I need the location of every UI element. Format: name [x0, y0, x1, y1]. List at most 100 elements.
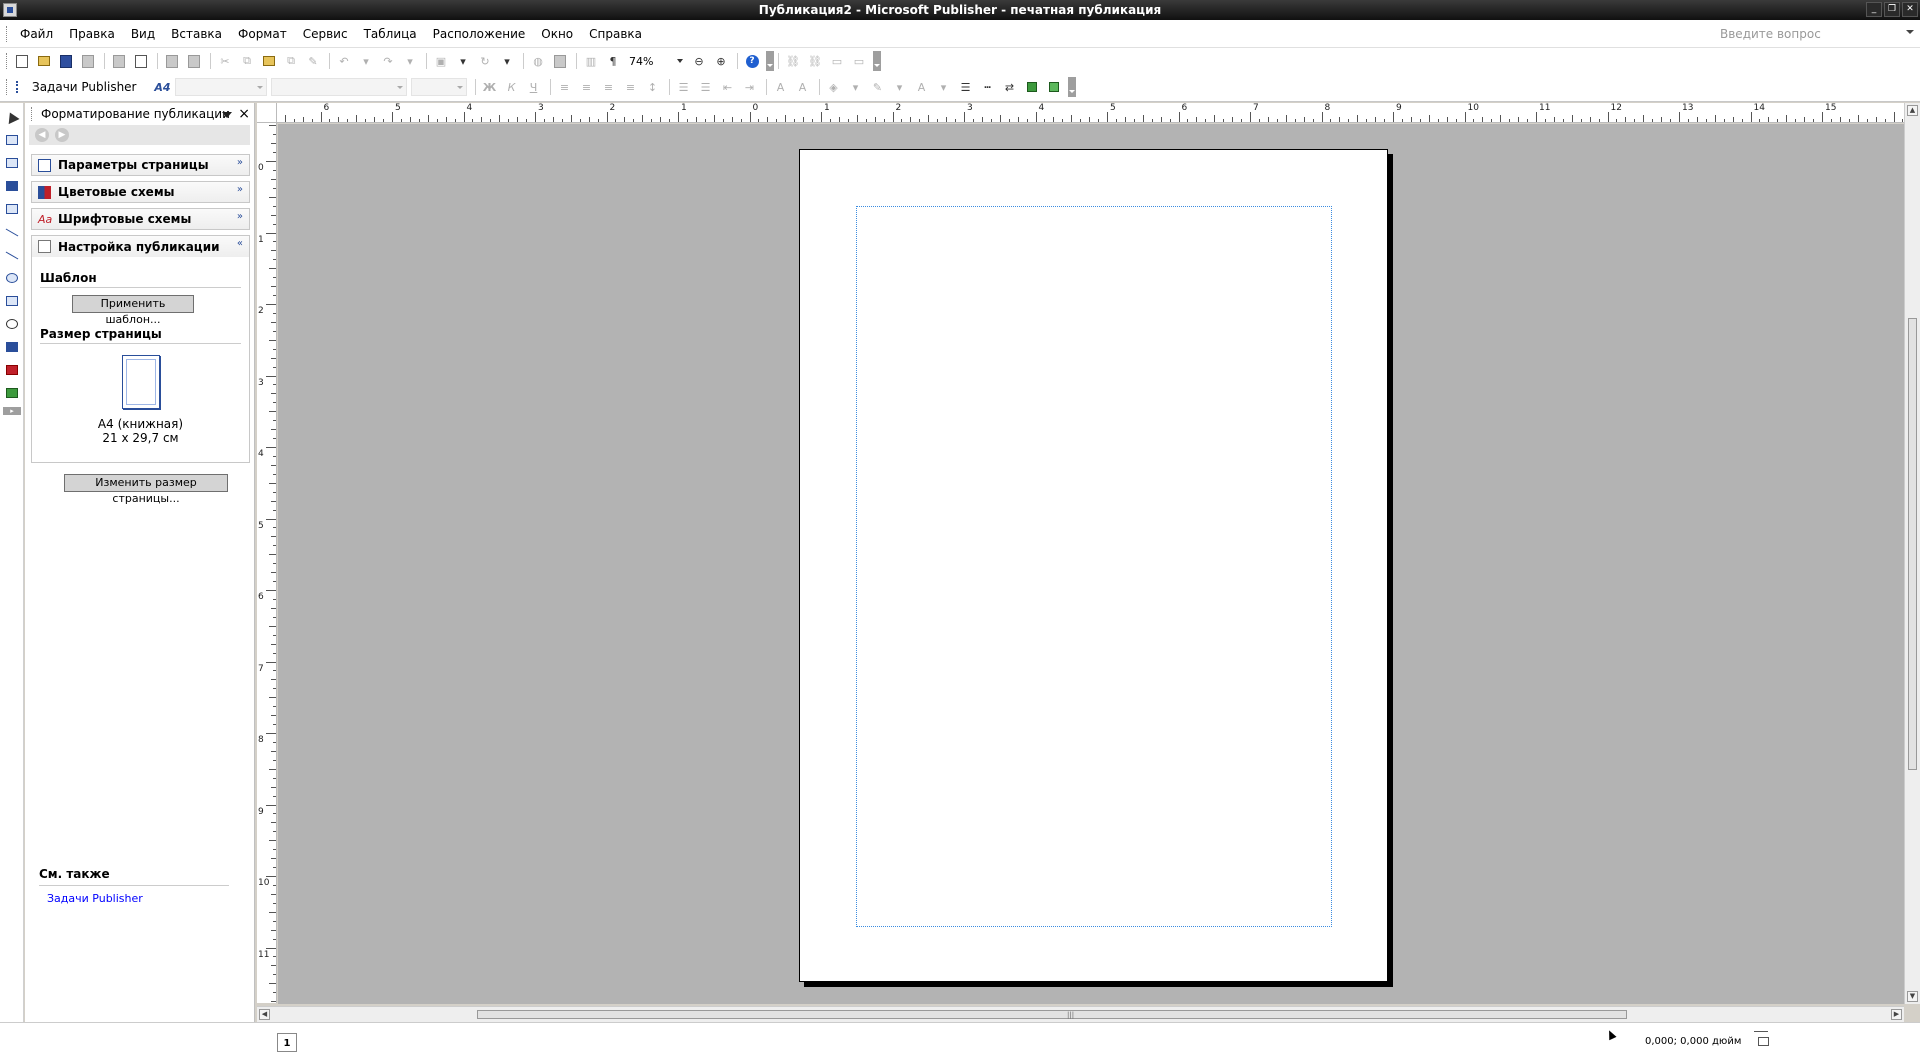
rectangle-button[interactable]	[3, 292, 21, 310]
back-icon[interactable]: ◀	[35, 128, 49, 142]
paste-special-button[interactable]: ⧉	[281, 51, 301, 71]
font-select[interactable]	[270, 78, 407, 96]
design-gallery-button[interactable]	[3, 361, 21, 379]
horizontal-scroll-thumb[interactable]	[477, 1010, 1627, 1019]
shadow-style-button[interactable]	[1022, 77, 1042, 97]
ask-dropdown-icon[interactable]	[1906, 30, 1914, 34]
justify-button[interactable]: ≡	[621, 77, 641, 97]
arrow-style-button[interactable]: ⇄	[1000, 77, 1020, 97]
menu-help[interactable]: Справка	[581, 20, 650, 48]
insert-table-button[interactable]	[3, 154, 21, 172]
fill-color-dropdown-icon[interactable]: ▾	[846, 77, 866, 97]
spelling-button[interactable]	[162, 51, 182, 71]
prev-frame-button[interactable]: ▭	[849, 51, 869, 71]
wordart-button[interactable]	[3, 177, 21, 195]
menu-table[interactable]: Таблица	[356, 20, 425, 48]
horizontal-ruler[interactable]: 6 5 4 3 2 1 0 1 2 3 4 5 6 7 8 9 10 11 12 13 14 15	[277, 103, 1904, 123]
research-button[interactable]	[184, 51, 204, 71]
page-navigator-button[interactable]: 1	[277, 1033, 297, 1052]
menu-file[interactable]: Файл	[12, 20, 61, 48]
zoom-tool-button[interactable]	[550, 51, 570, 71]
decrease-indent-button[interactable]: ⇤	[718, 77, 738, 97]
toolbar-options-icon-2[interactable]	[873, 51, 881, 71]
zoom-select[interactable]: 74%	[625, 52, 685, 70]
menu-grip[interactable]	[6, 26, 9, 42]
autoshapes-button[interactable]	[3, 315, 21, 333]
publisher-tasks-button[interactable]: Задачи Publisher	[12, 77, 141, 97]
line-color-button[interactable]: ✎	[868, 77, 888, 97]
print-button[interactable]	[109, 51, 129, 71]
copy-button[interactable]: ⧉	[237, 51, 257, 71]
section-font-schemes[interactable]: Aa Шрифтовые схемы »	[31, 208, 250, 230]
horizontal-scrollbar[interactable]: ◀ ||| ▶	[257, 1006, 1904, 1022]
cut-button[interactable]: ✂	[215, 51, 235, 71]
vertical-scrollbar[interactable]: ▲ ▼	[1904, 103, 1920, 1004]
text-box-button[interactable]	[3, 131, 21, 149]
toolbar-grip[interactable]	[6, 79, 9, 95]
undo-button[interactable]: ↶	[334, 51, 354, 71]
link-button[interactable]: ⛓	[783, 51, 803, 71]
font-color-button[interactable]: A	[912, 77, 932, 97]
line-button[interactable]	[3, 223, 21, 241]
menu-tools[interactable]: Сервис	[295, 20, 356, 48]
hotspot-button[interactable]	[3, 338, 21, 356]
new-document-button[interactable]	[12, 51, 32, 71]
bold-button[interactable]: Ж	[480, 77, 500, 97]
open-button[interactable]	[34, 51, 54, 71]
print-preview-button[interactable]	[131, 51, 151, 71]
email-button[interactable]	[78, 51, 98, 71]
styles-button[interactable]: А4	[153, 77, 173, 97]
section-publication-setup[interactable]: Настройка публикации «	[31, 235, 250, 257]
next-frame-button[interactable]: ▭	[827, 51, 847, 71]
special-characters-button[interactable]: ¶	[603, 51, 623, 71]
select-objects-button[interactable]	[3, 108, 21, 126]
fill-color-button[interactable]: ◈	[824, 77, 844, 97]
more-objects-button[interactable]: ▸	[3, 407, 21, 415]
menu-view[interactable]: Вид	[123, 20, 163, 48]
dash-style-button[interactable]: ┅	[978, 77, 998, 97]
page-size-thumbnail[interactable]	[122, 355, 160, 409]
arrow-button[interactable]	[3, 246, 21, 264]
align-right-button[interactable]: ≡	[599, 77, 619, 97]
redo-dropdown-icon[interactable]: ▾	[400, 51, 420, 71]
scroll-right-icon[interactable]: ▶	[1891, 1009, 1902, 1020]
publisher-tasks-link[interactable]: Задачи Publisher	[39, 892, 229, 905]
menu-format[interactable]: Формат	[230, 20, 295, 48]
task-pane-grip[interactable]	[31, 107, 34, 121]
decrease-font-button[interactable]: A	[771, 77, 791, 97]
save-button[interactable]	[56, 51, 76, 71]
increase-indent-button[interactable]: ⇥	[740, 77, 760, 97]
unlink-button[interactable]: ⛓	[805, 51, 825, 71]
apply-template-button[interactable]: Применить шаблон...	[72, 295, 194, 326]
insert-image-button[interactable]: ◍	[528, 51, 548, 71]
toolbar-grip[interactable]	[6, 53, 9, 69]
ask-question-input[interactable]: Введите вопрос	[1720, 25, 1900, 43]
font-color-dropdown-icon[interactable]: ▾	[934, 77, 954, 97]
menu-window[interactable]: Окно	[533, 20, 581, 48]
redo-button[interactable]: ↷	[378, 51, 398, 71]
change-page-size-button[interactable]: Изменить размер страницы...	[64, 474, 228, 505]
paste-button[interactable]	[259, 51, 279, 71]
business-info-button[interactable]	[3, 384, 21, 402]
align-center-button[interactable]: ≡	[577, 77, 597, 97]
ruler-corner[interactable]	[257, 103, 277, 123]
line-color-dropdown-icon[interactable]: ▾	[890, 77, 910, 97]
scroll-down-icon[interactable]: ▼	[1907, 991, 1918, 1002]
rotate-dropdown-icon[interactable]: ▾	[497, 51, 517, 71]
line-spacing-button[interactable]: ↕	[643, 77, 663, 97]
vertical-ruler[interactable]: 0 1 2 3 4 5 6 7 8 9 10 11	[257, 123, 277, 1003]
menu-arrange[interactable]: Расположение	[425, 20, 534, 48]
section-page-options[interactable]: Параметры страницы »	[31, 154, 250, 176]
menu-edit[interactable]: Правка	[61, 20, 123, 48]
task-pane-close-icon[interactable]: ×	[238, 103, 250, 125]
scroll-up-icon[interactable]: ▲	[1907, 105, 1918, 116]
columns-button[interactable]: ▥	[581, 51, 601, 71]
restore-icon[interactable]: ❐	[1884, 2, 1900, 17]
italic-button[interactable]: К	[502, 77, 522, 97]
align-left-button[interactable]: ≡	[555, 77, 575, 97]
vertical-scroll-thumb[interactable]	[1908, 318, 1917, 770]
zoom-in-button[interactable]: ⊕	[711, 51, 731, 71]
bring-to-front-button[interactable]: ▣	[431, 51, 451, 71]
format-painter-button[interactable]: ✎	[303, 51, 323, 71]
toolbar-options-icon-3[interactable]	[1067, 77, 1076, 97]
